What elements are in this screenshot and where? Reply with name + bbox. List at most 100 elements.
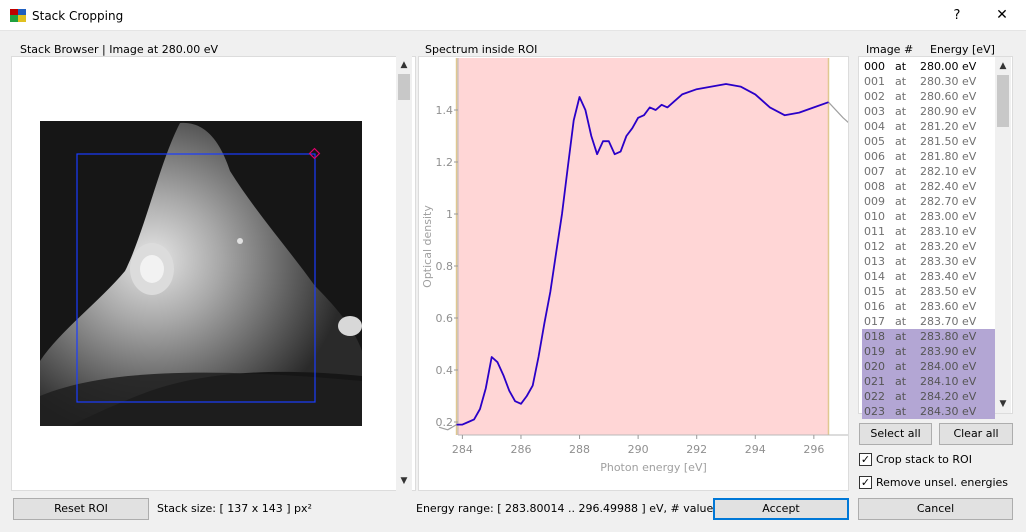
window-title: Stack Cropping bbox=[32, 9, 124, 23]
energy-value: 280.30 eV bbox=[920, 75, 977, 88]
cancel-button[interactable]: Cancel bbox=[858, 498, 1013, 520]
image-index: 020 bbox=[864, 360, 885, 373]
list-item[interactable]: 001 at 280.30 eV bbox=[862, 74, 995, 89]
energy-value: 283.60 eV bbox=[920, 300, 977, 313]
y-tick-label: 0.8 bbox=[436, 260, 454, 273]
at-label: at bbox=[895, 105, 907, 118]
energy-value: 283.80 eV bbox=[920, 330, 977, 343]
list-item[interactable]: 005 at 281.50 eV bbox=[862, 134, 995, 149]
list-item[interactable]: 002 at 280.60 eV bbox=[862, 89, 995, 104]
stack-browser-panel bbox=[11, 56, 416, 491]
image-index: 018 bbox=[864, 330, 885, 343]
energy-value: 281.20 eV bbox=[920, 120, 977, 133]
list-item[interactable]: 021 at 284.10 eV bbox=[862, 374, 995, 389]
list-item[interactable]: 006 at 281.80 eV bbox=[862, 149, 995, 164]
spectrum-panel: 0.2 0.4 0.6 0.8 1 1.2 1.4 284 286 288 290 292 294 296… bbox=[418, 56, 849, 491]
select-all-button[interactable]: Select all bbox=[859, 423, 932, 445]
title-bar: Stack Cropping ? ✕ bbox=[0, 0, 1026, 31]
app-icon bbox=[10, 9, 26, 22]
at-label: at bbox=[895, 285, 907, 298]
scroll-thumb[interactable] bbox=[398, 74, 410, 100]
at-label: at bbox=[895, 180, 907, 193]
list-item[interactable]: 022 at 284.20 eV bbox=[862, 389, 995, 404]
list-item[interactable]: 015 at 283.50 eV bbox=[862, 284, 995, 299]
at-label: at bbox=[895, 90, 907, 103]
y-axis-label: Optical density bbox=[421, 205, 434, 288]
image-index: 021 bbox=[864, 375, 885, 388]
image-index: 013 bbox=[864, 255, 885, 268]
image-index: 009 bbox=[864, 195, 885, 208]
list-item[interactable]: 003 at 280.90 eV bbox=[862, 104, 995, 119]
energy-value: 282.70 eV bbox=[920, 195, 977, 208]
list-item[interactable]: 017 at 283.70 eV bbox=[862, 314, 995, 329]
energy-value: 280.60 eV bbox=[920, 90, 977, 103]
stack-image[interactable] bbox=[40, 121, 362, 426]
list-scrollbar[interactable]: ▲ ▼ bbox=[995, 57, 1011, 413]
image-index: 022 bbox=[864, 390, 885, 403]
scroll-thumb[interactable] bbox=[997, 75, 1009, 127]
list-item[interactable]: 018 at 283.80 eV bbox=[862, 329, 995, 344]
scroll-up-icon[interactable]: ▲ bbox=[397, 60, 411, 70]
list-item[interactable]: 008 at 282.40 eV bbox=[862, 179, 995, 194]
spectrum-chart[interactable]: 0.2 0.4 0.6 0.8 1 1.2 1.4 284 286 288 290 292 294 296… bbox=[419, 57, 848, 490]
reset-roi-button[interactable]: Reset ROI bbox=[13, 498, 149, 520]
at-label: at bbox=[895, 375, 907, 388]
at-label: at bbox=[895, 330, 907, 343]
at-label: at bbox=[895, 255, 907, 268]
list-item[interactable]: 014 at 283.40 eV bbox=[862, 269, 995, 284]
image-index: 012 bbox=[864, 240, 885, 253]
browser-scrollbar[interactable]: ▲ ▼ bbox=[396, 56, 412, 491]
y-tick-label: 1.2 bbox=[436, 156, 454, 169]
accept-button[interactable]: Accept bbox=[713, 498, 849, 520]
at-label: at bbox=[895, 315, 907, 328]
energy-value: 282.40 eV bbox=[920, 180, 977, 193]
scroll-up-icon[interactable]: ▲ bbox=[996, 61, 1010, 71]
energy-value: 282.10 eV bbox=[920, 165, 977, 178]
list-item[interactable]: 013 at 283.30 eV bbox=[862, 254, 995, 269]
at-label: at bbox=[895, 60, 907, 73]
remove-unselected-checkbox[interactable]: ✓ bbox=[859, 476, 872, 489]
list-item[interactable]: 023 at 284.30 eV bbox=[862, 404, 995, 419]
image-index: 014 bbox=[864, 270, 885, 283]
list-item[interactable]: 011 at 283.10 eV bbox=[862, 224, 995, 239]
scroll-down-icon[interactable]: ▼ bbox=[996, 399, 1010, 409]
spectrum-header: Spectrum inside ROI bbox=[425, 43, 538, 56]
energy-value: 283.90 eV bbox=[920, 345, 977, 358]
x-tick-label: 292 bbox=[686, 443, 707, 456]
list-item[interactable]: 012 at 283.20 eV bbox=[862, 239, 995, 254]
scroll-down-icon[interactable]: ▼ bbox=[397, 476, 411, 486]
help-button[interactable]: ? bbox=[942, 0, 972, 31]
close-icon[interactable]: ✕ bbox=[986, 0, 1018, 31]
image-index: 006 bbox=[864, 150, 885, 163]
at-label: at bbox=[895, 210, 907, 223]
x-tick-label: 284 bbox=[452, 443, 473, 456]
list-item[interactable]: 016 at 283.60 eV bbox=[862, 299, 995, 314]
list-item[interactable]: 009 at 282.70 eV bbox=[862, 194, 995, 209]
y-tick-label: 0.6 bbox=[436, 312, 454, 325]
stack-size-label: Stack size: [ 137 x 143 ] px² bbox=[157, 502, 312, 515]
crop-checkbox[interactable]: ✓ bbox=[859, 453, 872, 466]
list-item[interactable]: 019 at 283.90 eV bbox=[862, 344, 995, 359]
energy-value: 280.90 eV bbox=[920, 105, 977, 118]
energy-value: 284.00 eV bbox=[920, 360, 977, 373]
at-label: at bbox=[895, 405, 907, 418]
at-label: at bbox=[895, 150, 907, 163]
crop-label: Crop stack to ROI bbox=[876, 453, 972, 466]
image-index: 015 bbox=[864, 285, 885, 298]
list-item[interactable]: 010 at 283.00 eV bbox=[862, 209, 995, 224]
at-label: at bbox=[895, 390, 907, 403]
at-label: at bbox=[895, 300, 907, 313]
image-index: 023 bbox=[864, 405, 885, 418]
list-item[interactable]: 000 at 280.00 eV bbox=[862, 59, 995, 74]
list-item[interactable]: 004 at 281.20 eV bbox=[862, 119, 995, 134]
energy-value: 284.30 eV bbox=[920, 405, 977, 418]
x-tick-label: 296 bbox=[803, 443, 824, 456]
image-index: 008 bbox=[864, 180, 885, 193]
at-label: at bbox=[895, 75, 907, 88]
clear-all-button[interactable]: Clear all bbox=[939, 423, 1013, 445]
list-item[interactable]: 007 at 282.10 eV bbox=[862, 164, 995, 179]
list-item[interactable]: 020 at 284.00 eV bbox=[862, 359, 995, 374]
energy-value: 281.50 eV bbox=[920, 135, 977, 148]
energy-value: 281.80 eV bbox=[920, 150, 977, 163]
y-tick-label: 1.4 bbox=[436, 104, 454, 117]
